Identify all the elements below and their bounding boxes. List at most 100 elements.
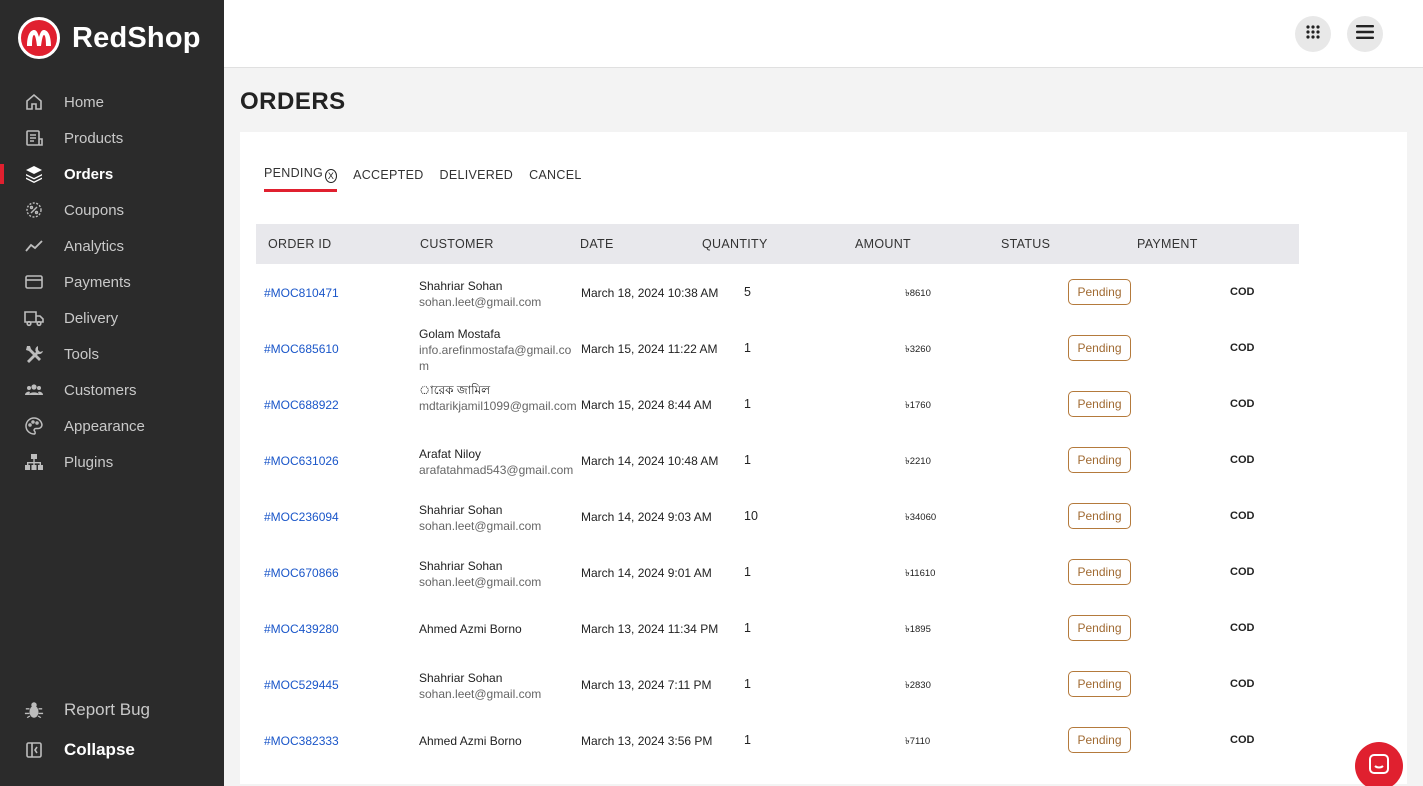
status-badge[interactable]: Pending — [1068, 559, 1131, 585]
status-badge[interactable]: Pending — [1068, 615, 1131, 641]
report-bug-label: Report Bug — [64, 700, 150, 719]
sidebar-footer: Report Bug Collapse — [0, 690, 224, 770]
sidebar-item-label: Home — [64, 93, 105, 111]
order-amount: ৳7110 — [905, 736, 931, 747]
order-date: March 14, 2024 10:48 AM — [581, 454, 719, 468]
sidebar-item-customers[interactable]: Customers — [0, 372, 224, 408]
order-quantity: 1 — [744, 565, 751, 579]
table-row[interactable]: #MOC685610 Golam Mostafa info.arefinmost… — [256, 320, 1406, 376]
users-icon — [24, 380, 44, 400]
order-date: March 14, 2024 9:03 AM — [581, 510, 712, 524]
status-badge[interactable]: Pending — [1068, 503, 1131, 529]
sidebar-item-orders[interactable]: Orders — [0, 156, 224, 192]
sidebar-item-analytics[interactable]: Analytics — [0, 228, 224, 264]
customer-email: sohan.leet@gmail.com — [419, 575, 542, 589]
orders-card: PENDING X ACCEPTED DELIVERED CANCEL ORDE… — [240, 132, 1407, 784]
order-date: March 18, 2024 10:38 AM — [581, 286, 719, 300]
status-badge[interactable]: Pending — [1068, 391, 1131, 417]
sidebar-item-label: Payments — [64, 273, 131, 291]
report-bug-button[interactable]: Report Bug — [0, 690, 224, 730]
order-quantity: 1 — [744, 397, 751, 411]
sidebar-item-plugins[interactable]: Plugins — [0, 444, 224, 480]
grid-icon — [1305, 24, 1321, 45]
tab-pending[interactable]: PENDING X — [264, 164, 338, 192]
chat-support-button[interactable] — [1355, 742, 1403, 786]
plugins-icon — [24, 452, 44, 472]
status-badge[interactable]: Pending — [1068, 727, 1131, 753]
sidebar-item-delivery[interactable]: Delivery — [0, 300, 224, 336]
table-row[interactable]: #MOC810471 Shahriar Sohan sohan.leet@gma… — [256, 264, 1406, 320]
order-id-link[interactable]: #MOC236094 — [264, 510, 339, 524]
column-header-order-id[interactable]: ORDER ID — [268, 237, 332, 251]
customer-cell: Ahmed Azmi Borno — [419, 621, 579, 637]
customer-name: ারেক জামিল — [419, 383, 491, 397]
sidebar-item-label: Products — [64, 129, 124, 147]
sidebar-item-tools[interactable]: Tools — [0, 336, 224, 372]
sidebar-item-home[interactable]: Home — [0, 84, 224, 120]
tab-label: ACCEPTED — [353, 168, 424, 182]
table-row[interactable]: #MOC529445 Shahriar Sohan sohan.leet@gma… — [256, 656, 1406, 712]
payment-method: COD — [1230, 678, 1255, 690]
column-header-date[interactable]: DATE — [580, 237, 614, 251]
table-row[interactable]: #MOC236094 Shahriar Sohan sohan.leet@gma… — [256, 488, 1406, 544]
brand[interactable]: RedShop — [18, 16, 201, 60]
payment-method: COD — [1230, 286, 1255, 298]
table-row[interactable]: #MOC439280 Ahmed Azmi Borno March 13, 20… — [256, 600, 1406, 656]
page-title: ORDERS — [240, 88, 346, 115]
customer-cell: Golam Mostafa info.arefinmostafa@gmail.c… — [419, 326, 579, 374]
order-amount: ৳34060 — [905, 512, 937, 523]
order-date: March 15, 2024 11:22 AM — [581, 342, 718, 356]
tab-delivered[interactable]: DELIVERED — [440, 164, 514, 192]
column-header-status[interactable]: STATUS — [1001, 237, 1050, 251]
order-id-link[interactable]: #MOC529445 — [264, 678, 339, 692]
sidebar-item-coupons[interactable]: Coupons — [0, 192, 224, 228]
order-amount: ৳2210 — [905, 456, 931, 467]
menu-button[interactable] — [1347, 16, 1383, 52]
table-row[interactable]: #MOC688922 ারেক জামিল mdtarikjamil1099@g… — [256, 376, 1406, 432]
order-id-link[interactable]: #MOC688922 — [264, 398, 339, 412]
order-date: March 14, 2024 9:01 AM — [581, 566, 712, 580]
status-badge[interactable]: Pending — [1068, 279, 1131, 305]
sidebar-item-payments[interactable]: Payments — [0, 264, 224, 300]
customer-cell: Shahriar Sohan sohan.leet@gmail.com — [419, 278, 579, 310]
order-id-link[interactable]: #MOC670866 — [264, 566, 339, 580]
table-row[interactable]: #MOC631026 Arafat Niloy arafatahmad543@g… — [256, 432, 1406, 488]
tab-label: PENDING — [264, 166, 324, 180]
status-badge[interactable]: Pending — [1068, 335, 1131, 361]
status-badge[interactable]: Pending — [1068, 671, 1131, 697]
table-row[interactable]: #MOC670866 Shahriar Sohan sohan.leet@gma… — [256, 544, 1406, 600]
customer-cell: ারেক জামিল mdtarikjamil1099@gmail.com — [419, 382, 579, 414]
order-id-link[interactable]: #MOC810471 — [264, 286, 339, 300]
customer-email: mdtarikjamil1099@gmail.com — [419, 399, 577, 413]
order-id-link[interactable]: #MOC382333 — [264, 734, 339, 748]
order-amount: ৳1760 — [905, 400, 931, 411]
close-icon[interactable]: X — [325, 169, 338, 183]
tab-accepted[interactable]: ACCEPTED — [353, 164, 423, 192]
brand-name: RedShop — [72, 21, 201, 54]
table-row[interactable]: #MOC382333 Ahmed Azmi Borno March 13, 20… — [256, 712, 1406, 768]
sidebar-item-products[interactable]: Products — [0, 120, 224, 156]
tab-cancel[interactable]: CANCEL — [529, 164, 582, 192]
order-quantity: 1 — [744, 733, 751, 747]
palette-icon — [24, 416, 44, 436]
sidebar: RedShop Home Products Orders Coupons Ana… — [0, 0, 224, 786]
collapse-button[interactable]: Collapse — [0, 730, 224, 770]
apps-grid-button[interactable] — [1295, 16, 1331, 52]
order-id-link[interactable]: #MOC685610 — [264, 342, 339, 356]
status-badge[interactable]: Pending — [1068, 447, 1131, 473]
customer-cell: Shahriar Sohan sohan.leet@gmail.com — [419, 558, 579, 590]
sidebar-item-appearance[interactable]: Appearance — [0, 408, 224, 444]
column-header-customer[interactable]: CUSTOMER — [420, 237, 494, 251]
order-id-link[interactable]: #MOC631026 — [264, 454, 339, 468]
order-id-link[interactable]: #MOC439280 — [264, 622, 339, 636]
sidebar-item-label: Analytics — [64, 237, 125, 255]
collapse-icon — [24, 740, 44, 760]
payment-method: COD — [1230, 622, 1255, 634]
column-header-amount[interactable]: AMOUNT — [855, 237, 911, 251]
tools-icon — [24, 344, 44, 364]
order-date: March 13, 2024 7:11 PM — [581, 678, 712, 692]
analytics-icon — [24, 236, 44, 256]
sidebar-item-label: Customers — [64, 381, 137, 399]
column-header-payment[interactable]: PAYMENT — [1137, 237, 1198, 251]
column-header-quantity[interactable]: QUANTITY — [702, 237, 768, 251]
